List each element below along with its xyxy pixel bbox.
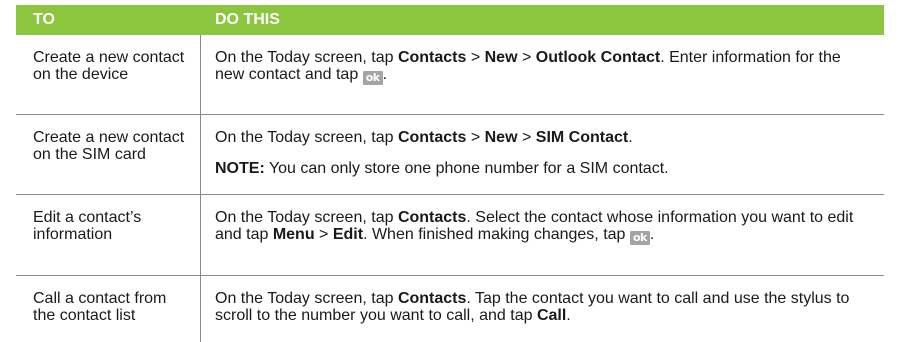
instructions-table: TO DO THIS Create a new contact on the d… — [16, 5, 884, 342]
table-row: Call a contact from the contact list On … — [16, 276, 884, 342]
row-to-cell: Call a contact from the contact list — [16, 276, 201, 342]
table-row: Create a new contact on the SIM card On … — [16, 115, 884, 195]
instruction-text: On the Today screen, tap Contacts > New … — [215, 129, 633, 146]
row-do-this-cell: On the Today screen, tap Contacts > New … — [201, 115, 884, 194]
instruction-text: On the Today screen, tap Contacts. Tap t… — [215, 290, 850, 324]
header-do-this: DO THIS — [215, 11, 280, 28]
row-to-cell: Create a new contact on the SIM card — [16, 115, 201, 194]
row-to-cell: Edit a contact’s information — [16, 195, 201, 275]
row-do-this-cell: On the Today screen, tap Contacts > New … — [201, 35, 884, 114]
ok-icon: ok — [629, 231, 650, 245]
table-row: Edit a contact’s information On the Toda… — [16, 195, 884, 276]
row-do-this-cell: On the Today screen, tap Contacts. Tap t… — [201, 276, 884, 342]
instruction-text: On the Today screen, tap Contacts. Selec… — [215, 209, 854, 245]
header-to: TO — [33, 11, 55, 28]
ok-icon: ok — [362, 71, 383, 85]
row-do-this-cell: On the Today screen, tap Contacts. Selec… — [201, 195, 884, 275]
row-to-cell: Create a new contact on the device — [16, 35, 201, 114]
table-header: TO DO THIS — [16, 5, 884, 35]
table-row: Create a new contact on the device On th… — [16, 35, 884, 115]
note-text: NOTE: You can only store one phone numbe… — [215, 160, 669, 177]
instruction-text: On the Today screen, tap Contacts > New … — [215, 49, 841, 85]
